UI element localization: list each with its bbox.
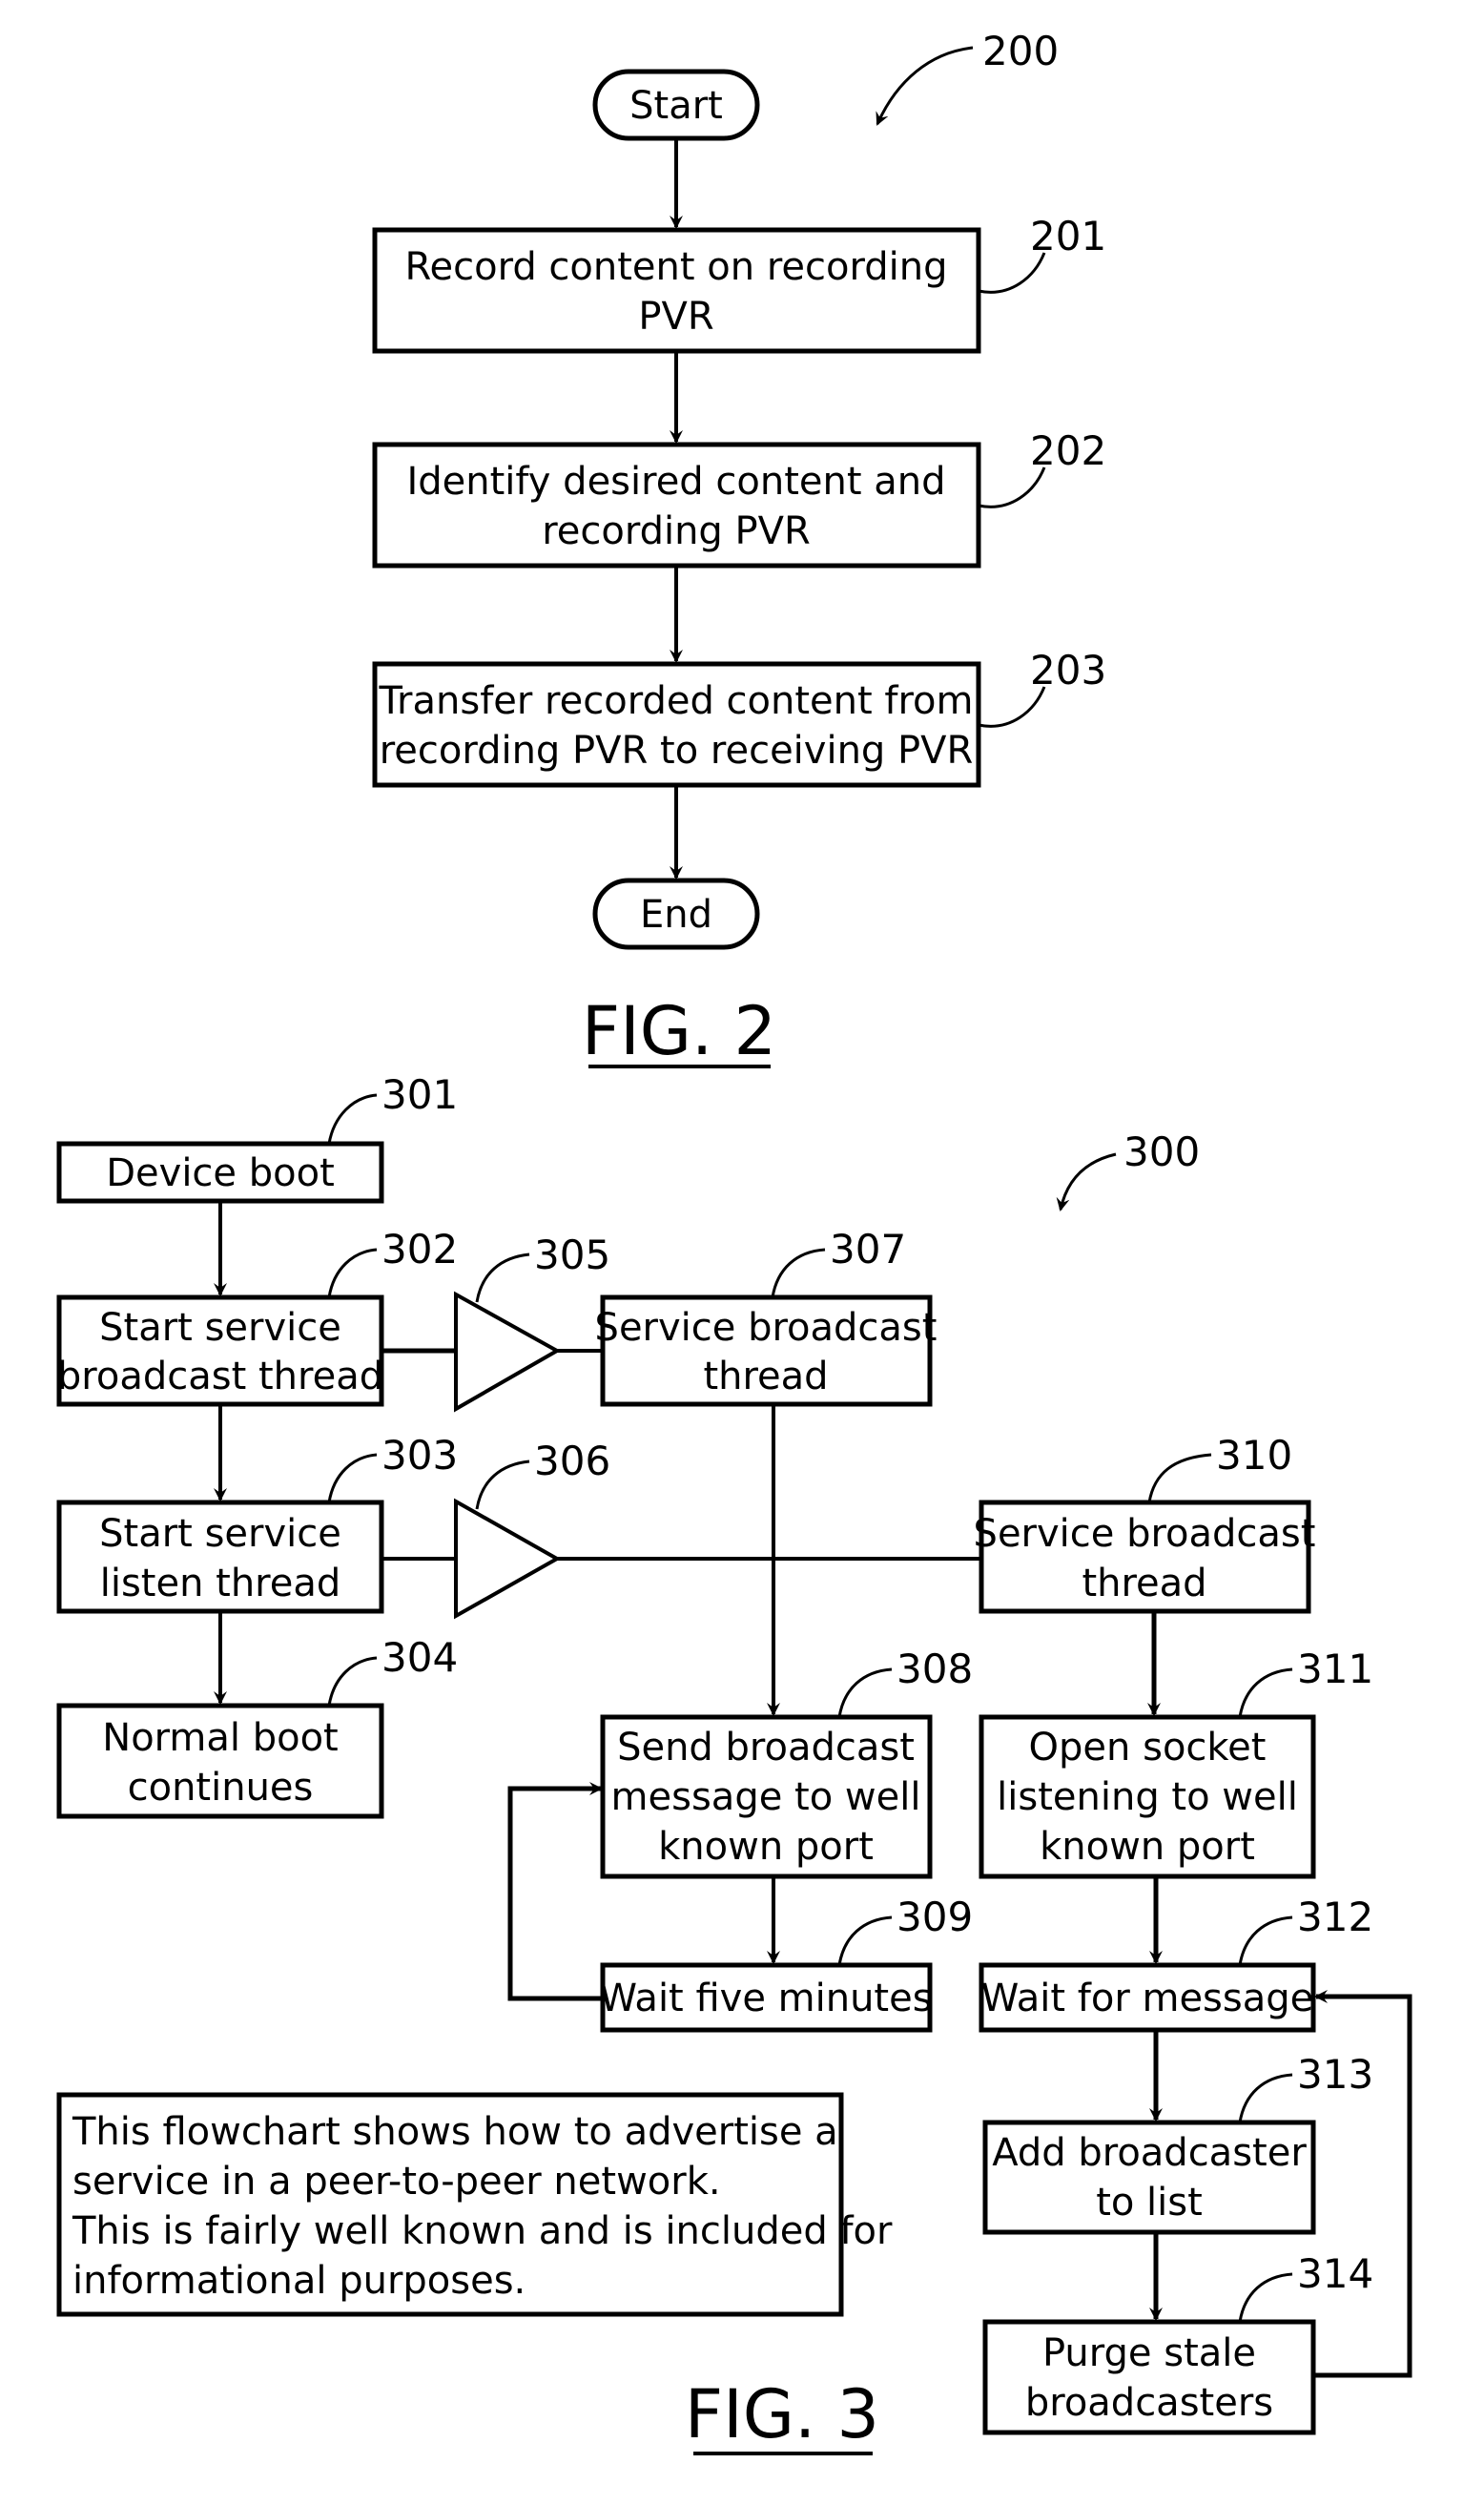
node-306-leader <box>475 1460 530 1510</box>
end-terminal: End <box>592 878 760 950</box>
node-306-ref: 306 <box>534 1438 610 1484</box>
node-312-leader <box>1238 1915 1293 1966</box>
fig3-ref-leader-arrow <box>1056 1152 1117 1211</box>
node-312-ref: 312 <box>1297 1894 1373 1940</box>
node-302-ref: 302 <box>381 1226 458 1273</box>
node-314-leader <box>1238 2272 1293 2323</box>
start-terminal: Start <box>592 69 760 141</box>
svg-text:listening to well: listening to well <box>997 1775 1298 1819</box>
fig3-ref-label: 300 <box>1123 1128 1200 1175</box>
svg-text:Normal boot: Normal boot <box>102 1716 338 1760</box>
svg-text:This flowchart shows how to ad: This flowchart shows how to advertise a <box>72 2110 838 2154</box>
node-312-wait-for-message: Wait for message <box>979 1962 1316 2033</box>
node-301-leader <box>327 1093 378 1145</box>
node-304-leader <box>327 1656 378 1707</box>
node-311-leader <box>1238 1667 1293 1718</box>
fig2-ref-leader-arrow <box>876 46 974 126</box>
svg-text:Identify desired content and: Identify desired content and <box>406 460 945 504</box>
svg-text:broadcasters: broadcasters <box>1025 2381 1273 2425</box>
node-303-leader <box>327 1453 378 1503</box>
svg-text:listen thread: listen thread <box>100 1562 341 1605</box>
node-302-start-broadcast-thread: Start service broadcast thread <box>56 1294 384 1407</box>
node-301-ref: 301 <box>381 1071 458 1118</box>
svg-text:Start service: Start service <box>99 1306 341 1350</box>
node-302-leader <box>327 1248 378 1298</box>
node-305-leader <box>475 1252 530 1303</box>
node-313-add-broadcaster: Add broadcaster to list <box>982 2120 1316 2235</box>
fig3-flowchart: 300 Device boot 301 Start service broadc… <box>56 1071 1412 2455</box>
svg-text:Start: Start <box>629 84 723 128</box>
fig2-ref-label: 200 <box>982 28 1059 74</box>
patent-drawing-sheet: 200 Start Record content on recording PV… <box>56 28 1412 2455</box>
svg-text:known port: known port <box>658 1825 874 1869</box>
svg-text:to list: to list <box>1096 2181 1203 2225</box>
svg-text:thread: thread <box>703 1355 828 1398</box>
node-307-ref: 307 <box>830 1226 906 1273</box>
node-310-ref: 310 <box>1216 1432 1292 1479</box>
node-303-start-listen-thread: Start service listen thread <box>56 1500 384 1614</box>
svg-text:known port: known port <box>1040 1825 1255 1869</box>
fig2-caption: FIG. 2 <box>582 992 776 1070</box>
loop-arrow-309-to-308 <box>507 1782 603 2001</box>
node-306-triangle <box>454 1498 562 1620</box>
fig3-caption: FIG. 3 <box>685 2375 879 2453</box>
node-310-service-broadcast-thread: Service broadcast thread <box>974 1500 1316 1614</box>
svg-text:Start service: Start service <box>99 1512 341 1556</box>
node-311-open-socket: Open socket listening to well known port <box>979 1714 1316 1879</box>
svg-text:Service broadcast: Service broadcast <box>595 1306 938 1350</box>
svg-text:Service broadcast: Service broadcast <box>974 1512 1316 1556</box>
step-201-box: Record content on recording PVR <box>372 227 981 354</box>
node-303-ref: 303 <box>381 1432 458 1479</box>
step-201-ref: 201 <box>1030 213 1106 259</box>
svg-text:Device boot: Device boot <box>106 1151 335 1195</box>
node-301-device-boot: Device boot <box>56 1141 384 1204</box>
fig2-flowchart: 200 Start Record content on recording PV… <box>372 28 1106 1070</box>
svg-text:service in a peer-to-peer netw: service in a peer-to-peer network. <box>72 2160 721 2204</box>
svg-text:End: End <box>640 893 712 937</box>
node-314-purge-stale: Purge stale broadcasters <box>982 2319 1316 2435</box>
svg-text:Transfer recorded content from: Transfer recorded content from <box>379 679 974 723</box>
step-203-ref: 203 <box>1030 647 1106 694</box>
svg-text:This is fairly well known and: This is fairly well known and is include… <box>72 2209 893 2253</box>
svg-text:recording PVR to receiving PVR: recording PVR to receiving PVR <box>380 729 974 773</box>
svg-text:thread: thread <box>1082 1562 1206 1605</box>
svg-text:Open socket: Open socket <box>1029 1726 1267 1770</box>
svg-text:continues: continues <box>128 1766 314 1810</box>
svg-text:Record content on recording: Record content on recording <box>405 245 948 289</box>
svg-text:informational purposes.: informational purposes. <box>72 2259 526 2303</box>
node-311-ref: 311 <box>1297 1646 1373 1692</box>
svg-text:Add broadcaster: Add broadcaster <box>992 2131 1307 2175</box>
svg-text:recording PVR: recording PVR <box>542 509 811 553</box>
svg-text:PVR: PVR <box>638 295 713 339</box>
node-307-leader <box>771 1248 826 1298</box>
svg-text:Send broadcast: Send broadcast <box>617 1726 915 1770</box>
node-313-leader <box>1238 2073 1293 2123</box>
step-202-ref: 202 <box>1030 427 1106 474</box>
node-308-send-broadcast: Send broadcast message to well known por… <box>600 1714 933 1879</box>
svg-text:Wait five minutes: Wait five minutes <box>599 1977 932 2020</box>
svg-text:Purge stale: Purge stale <box>1042 2331 1256 2375</box>
node-310-leader <box>1147 1453 1212 1503</box>
step-203-box: Transfer recorded content from recording… <box>372 661 981 788</box>
node-305-ref: 305 <box>534 1232 610 1278</box>
node-304-normal-boot-continues: Normal boot continues <box>56 1703 384 1819</box>
svg-text:broadcast thread: broadcast thread <box>57 1355 383 1398</box>
node-309-wait-five-minutes: Wait five minutes <box>599 1962 933 2033</box>
node-307-service-broadcast-thread: Service broadcast thread <box>595 1294 938 1407</box>
node-308-ref: 308 <box>897 1646 973 1692</box>
node-309-leader <box>837 1915 893 1966</box>
node-313-ref: 313 <box>1297 2051 1373 2098</box>
node-309-ref: 309 <box>897 1894 973 1940</box>
node-304-ref: 304 <box>381 1634 458 1681</box>
svg-text:Wait for message: Wait for message <box>981 1977 1314 2020</box>
node-308-leader <box>837 1667 893 1718</box>
svg-text:message to well: message to well <box>611 1775 921 1819</box>
step-202-box: Identify desired content and recording P… <box>372 442 981 569</box>
node-314-ref: 314 <box>1297 2250 1373 2297</box>
explanatory-note-box: This flowchart shows how to advertise a … <box>56 2092 893 2317</box>
node-305-triangle <box>454 1291 562 1413</box>
